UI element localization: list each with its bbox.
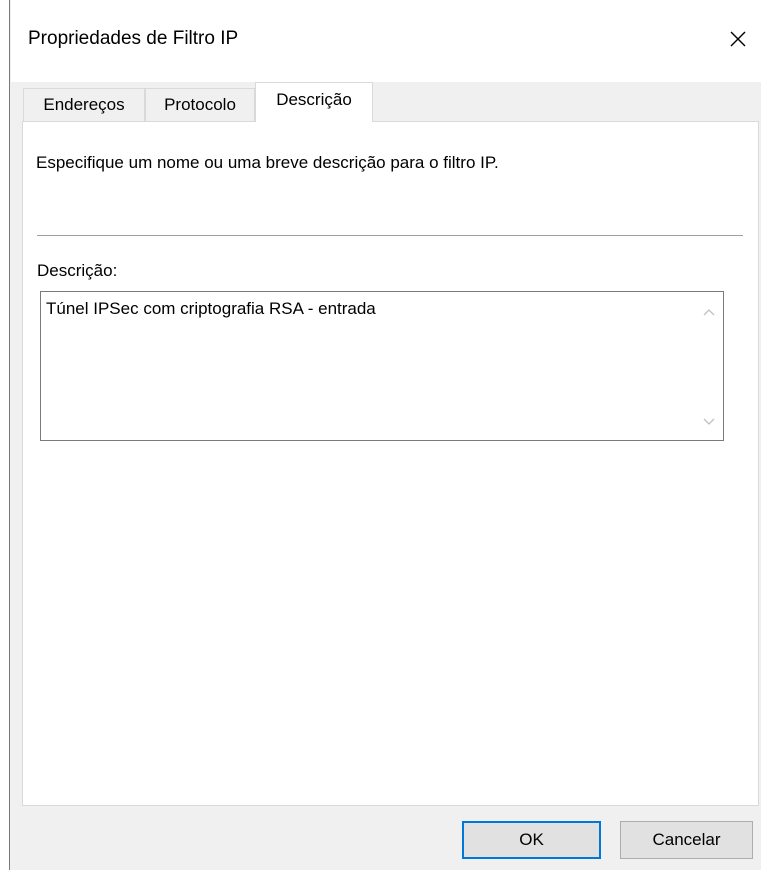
tab-descricao[interactable]: Descrição: [255, 82, 373, 122]
tab-label: Endereços: [43, 95, 125, 114]
instruction-text: Especifique um nome ou uma breve descriç…: [36, 153, 499, 172]
description-value: Túnel IPSec com criptografia RSA - entra…: [46, 299, 376, 318]
dialog-client-area: Endereços Protocolo Descrição Especifiqu…: [11, 82, 761, 870]
tab-label: Descrição: [276, 89, 352, 109]
description-label: Descrição:: [37, 261, 118, 280]
tab-enderecos[interactable]: Endereços: [23, 88, 145, 121]
tab-label: Protocolo: [164, 95, 236, 114]
title-bar[interactable]: Propriedades de Filtro IP: [11, 0, 761, 82]
close-button[interactable]: [715, 18, 761, 64]
close-icon: [729, 30, 747, 53]
background-window-edge: [0, 0, 10, 870]
description-tab-panel: Especifique um nome ou uma breve descriç…: [22, 121, 759, 806]
ok-button[interactable]: OK: [462, 821, 601, 859]
window-title: Propriedades de Filtro IP: [28, 28, 239, 49]
cancel-button[interactable]: Cancelar: [620, 821, 753, 859]
tab-protocolo[interactable]: Protocolo: [145, 88, 255, 121]
scroll-down-arrow-icon[interactable]: [701, 414, 717, 430]
description-textarea[interactable]: Túnel IPSec com criptografia RSA - entra…: [40, 291, 724, 441]
ip-filter-properties-dialog: Propriedades de Filtro IP Endereços Prot…: [0, 0, 761, 870]
separator-line: [37, 235, 743, 236]
scroll-up-arrow-icon[interactable]: [701, 304, 717, 320]
